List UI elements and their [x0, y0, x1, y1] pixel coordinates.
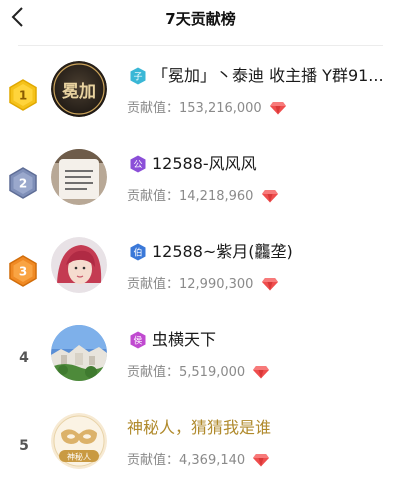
level-badge-icon: 侯 — [130, 331, 146, 349]
leaderboard-row-1[interactable]: 1 冕加 子 「冕加」丶泰迪 收主播 Y群91... 贡献值：153,216,0… — [0, 51, 401, 131]
contribution-value: 贡献值：12,990,300 — [127, 273, 278, 292]
level-badge-text: 伯 — [133, 247, 142, 259]
contribution-text: 贡献值：4,369,140 — [127, 453, 246, 468]
avatar-label: 神秘人 — [67, 452, 91, 462]
rank-label: 3 — [19, 265, 27, 279]
rank-2-silver-hexagon-icon: 2 — [9, 167, 37, 199]
diamond-icon — [253, 366, 270, 379]
leaderboard-row-2[interactable]: 2 公 12588-风风风 贡献值：14,218,960 — [0, 139, 401, 219]
avatar[interactable]: 冕加 — [51, 61, 107, 117]
divider — [18, 45, 383, 46]
level-badge-text: 侯 — [133, 335, 142, 347]
diamond-icon — [261, 190, 278, 203]
avatar[interactable] — [51, 149, 107, 205]
user-name[interactable]: 虫横天下 — [152, 326, 216, 350]
user-name[interactable]: 「冕加」丶泰迪 收主播 Y群91... — [152, 62, 384, 86]
diamond-icon — [261, 278, 278, 291]
page-title: 7天贡献榜 — [165, 10, 236, 28]
rank-label: 1 — [19, 89, 27, 103]
avatar-text: 冕加 — [62, 82, 96, 102]
contribution-value: 贡献值：14,218,960 — [127, 185, 278, 204]
leaderboard-row-3[interactable]: 3 伯 12588~紫月(龘垄) 贡献值：12,990,300 — [0, 227, 401, 307]
mystery-mask-avatar[interactable]: 神秘人 — [51, 413, 107, 469]
level-badge-text: 子 — [133, 72, 142, 83]
contribution-text: 贡献值：153,216,000 — [127, 101, 262, 116]
level-badge-icon: 伯 — [130, 243, 146, 261]
rank-number: 4 — [19, 350, 29, 366]
leaderboard-row-5[interactable]: 5 神秘人 神秘人，猜猜我是谁 贡献值：4,369,140 — [0, 403, 401, 483]
diamond-icon — [253, 454, 270, 467]
contribution-value: 贡献值：153,216,000 — [127, 97, 286, 116]
rank-3-bronze-hexagon-icon: 3 — [9, 255, 37, 287]
user-name[interactable]: 12588-风风风 — [152, 150, 257, 174]
contribution-text: 贡献值：14,218,960 — [127, 189, 254, 204]
level-badge-icon: 公 — [130, 155, 146, 173]
rank-number: 5 — [19, 438, 29, 454]
contribution-text: 贡献值：5,519,000 — [127, 365, 246, 380]
header: 7天贡献榜 — [0, 0, 401, 38]
avatar[interactable] — [51, 237, 107, 293]
user-name[interactable]: 12588~紫月(龘垄) — [152, 238, 293, 262]
contribution-text: 贡献值：12,990,300 — [127, 277, 254, 292]
contribution-value: 贡献值：5,519,000 — [127, 361, 270, 380]
avatar[interactable] — [51, 325, 107, 381]
level-badge-text: 公 — [133, 160, 142, 171]
rank-label: 2 — [19, 177, 27, 191]
rank-1-gold-hexagon-icon: 1 — [9, 79, 37, 111]
level-badge-icon: 子 — [130, 67, 146, 85]
contribution-value: 贡献值：4,369,140 — [127, 449, 270, 468]
leaderboard-row-4[interactable]: 4 侯 虫横天下 贡献值：5,519,000 — [0, 315, 401, 395]
user-name[interactable]: 神秘人，猜猜我是谁 — [127, 414, 271, 438]
diamond-icon — [269, 102, 286, 115]
